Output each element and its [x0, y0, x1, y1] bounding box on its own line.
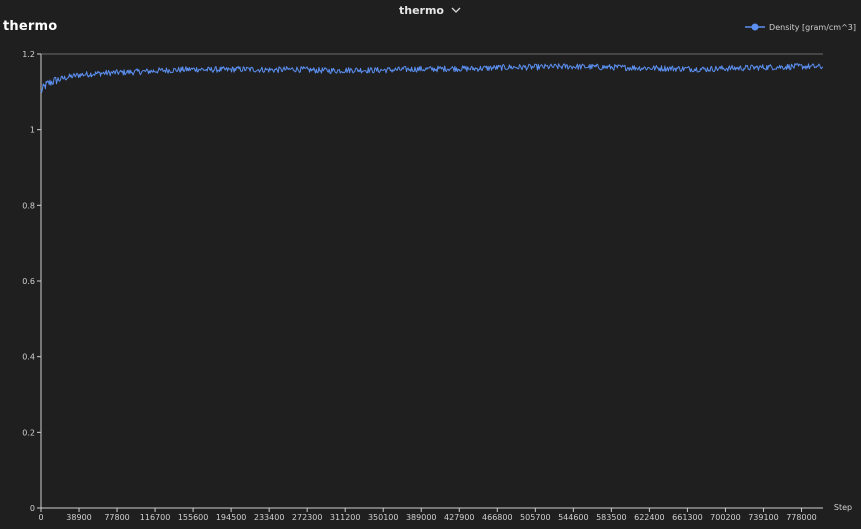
x-tick-label: 661300: [672, 513, 703, 522]
x-tick-label: 389000: [406, 513, 437, 522]
series-line-density: [40, 63, 824, 93]
x-axis-label: Step: [834, 503, 852, 512]
x-tick-label: 427900: [444, 513, 475, 522]
x-tick-label: 583500: [596, 513, 627, 522]
x-tick-label: 272300: [292, 513, 323, 522]
y-tick-label: 1.2: [22, 50, 35, 59]
x-tick-label: 155600: [178, 513, 209, 522]
x-tick-label: 311200: [330, 513, 361, 522]
y-tick-label: 0.2: [22, 428, 35, 437]
x-tick-label: 0: [38, 513, 43, 522]
y-tick-label: 0.6: [22, 277, 35, 286]
x-tick-label: 700200: [710, 513, 741, 522]
x-tick-label: 233400: [254, 513, 285, 522]
x-tick-label: 739100: [748, 513, 779, 522]
x-tick-label: 505700: [520, 513, 551, 522]
x-tick-label: 622400: [634, 513, 665, 522]
x-tick-label: 778000: [786, 513, 817, 522]
x-tick-label: 194500: [216, 513, 247, 522]
x-tick-label: 38900: [66, 513, 91, 522]
y-tick-label: 0.4: [22, 353, 35, 362]
x-tick-label: 77800: [104, 513, 129, 522]
x-tick-label: 544600: [558, 513, 589, 522]
y-tick-label: 0.8: [22, 201, 35, 210]
line-chart: 0 0.2 0.4 0.6 0.8 1 1.2 0 38900 77800 116700 155600…: [22, 50, 852, 522]
app-window: thermo thermo Density [gram/cm^3] 0 0.2 0.…: [0, 0, 861, 529]
x-tick-label: 350100: [368, 513, 399, 522]
y-tick-label: 0: [30, 504, 35, 513]
x-tick-label: 116700: [140, 513, 171, 522]
x-tick-label: 466800: [482, 513, 513, 522]
y-tick-label: 1: [30, 126, 35, 135]
